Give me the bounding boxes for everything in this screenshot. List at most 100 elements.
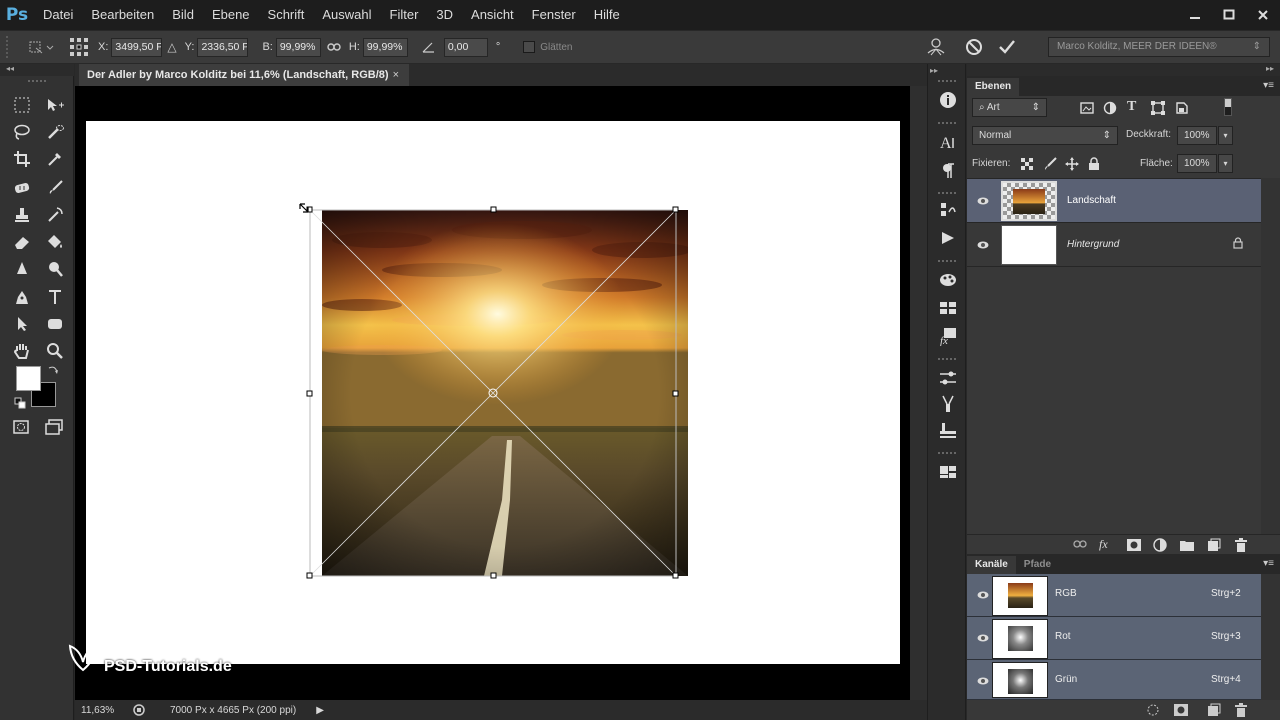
eyedropper-tool-icon[interactable] xyxy=(42,146,68,172)
layer-filter-dropdown[interactable]: ⌕ Art ⇕ xyxy=(972,98,1047,117)
pen-tool-icon[interactable] xyxy=(9,284,35,310)
menu-hilfe[interactable]: Hilfe xyxy=(585,0,629,30)
brush-presets-icon[interactable] xyxy=(935,392,961,416)
width-field[interactable]: 99,99% xyxy=(275,37,321,57)
history-panel-icon[interactable] xyxy=(935,198,961,222)
lock-pixels-icon[interactable] xyxy=(1043,157,1057,174)
collapse-toolbar-icon[interactable]: ◂◂ xyxy=(0,64,74,76)
document-tab[interactable]: Der Adler by Marco Kolditz bei 11,6% (La… xyxy=(79,64,409,86)
zoom-tool-icon[interactable] xyxy=(42,338,68,364)
channel-row-rot[interactable]: Rot Strg+3 xyxy=(967,617,1261,660)
menu-filter[interactable]: Filter xyxy=(381,0,428,30)
panel-menu-icon[interactable]: ▾≡ xyxy=(1263,80,1274,91)
layers-scrollbar[interactable] xyxy=(1261,178,1280,534)
maximize-icon[interactable] xyxy=(1212,0,1246,30)
default-colors-icon[interactable] xyxy=(14,397,26,409)
delete-channel-icon[interactable] xyxy=(1235,703,1247,720)
channel-row-gruen[interactable]: Grün Strg+4 xyxy=(967,660,1261,700)
tab-pfade[interactable]: Pfade xyxy=(1016,556,1059,574)
tab-kanaele[interactable]: Kanäle xyxy=(967,556,1016,574)
cancel-transform-icon[interactable] xyxy=(964,37,984,57)
x-field[interactable]: 3499,50 P. xyxy=(111,37,163,57)
lock-all-icon[interactable] xyxy=(1088,157,1100,174)
link-icon[interactable] xyxy=(327,42,341,52)
menu-3d[interactable]: 3D xyxy=(427,0,462,30)
minimize-icon[interactable] xyxy=(1178,0,1212,30)
history-brush-tool-icon[interactable] xyxy=(42,202,68,228)
visibility-eye-icon[interactable] xyxy=(977,632,989,644)
opacity-dropdown-icon[interactable]: ▾ xyxy=(1218,126,1233,145)
paint-bucket-tool-icon[interactable] xyxy=(42,229,68,255)
filter-toggle[interactable] xyxy=(1224,98,1232,116)
info-icon[interactable] xyxy=(935,88,961,112)
marquee-tool-icon[interactable] xyxy=(9,92,35,118)
layer-name[interactable]: Hintergrund xyxy=(1067,239,1119,250)
canvas-area[interactable]: PSD-Tutorials.de xyxy=(68,86,910,700)
load-selection-icon[interactable] xyxy=(1147,704,1159,719)
blur-tool-icon[interactable] xyxy=(9,256,35,282)
document-canvas[interactable] xyxy=(86,121,900,664)
opacity-field[interactable]: 100% xyxy=(1177,126,1217,145)
paragraph-panel-icon[interactable] xyxy=(935,159,961,183)
layer-name[interactable]: Landschaft xyxy=(1067,195,1116,206)
quick-mask-icon[interactable] xyxy=(8,414,34,440)
status-info-icon[interactable] xyxy=(132,703,148,717)
save-selection-icon[interactable] xyxy=(1174,704,1188,719)
vertical-scrollbar[interactable] xyxy=(910,86,927,700)
brush-tool-icon[interactable] xyxy=(42,175,68,201)
angle-field[interactable]: 0,00 xyxy=(443,37,488,57)
zoom-level[interactable]: 11,63% xyxy=(81,705,126,716)
transform-bounding-box[interactable] xyxy=(86,121,900,664)
commit-transform-icon[interactable] xyxy=(996,37,1018,57)
shape-tool-icon[interactable] xyxy=(42,311,68,337)
collapse-dock-icon[interactable]: ▸▸ xyxy=(1266,64,1274,73)
adjustments-panel-icon[interactable] xyxy=(935,366,961,390)
path-selection-tool-icon[interactable] xyxy=(9,311,35,337)
lock-transparency-icon[interactable] xyxy=(1021,158,1033,173)
quick-selection-tool-icon[interactable] xyxy=(42,119,68,145)
new-adjustment-layer-icon[interactable] xyxy=(1153,538,1167,555)
filter-pixel-icon[interactable] xyxy=(1080,101,1094,118)
menu-bearbeiten[interactable]: Bearbeiten xyxy=(82,0,163,30)
dodge-tool-icon[interactable] xyxy=(42,256,68,282)
reference-point-icon[interactable] xyxy=(68,36,90,58)
tab-ebenen[interactable]: Ebenen xyxy=(967,78,1020,96)
eraser-tool-icon[interactable] xyxy=(9,229,35,255)
move-tool-icon[interactable] xyxy=(42,92,68,118)
visibility-eye-icon[interactable] xyxy=(977,195,989,207)
fill-dropdown-icon[interactable]: ▾ xyxy=(1218,154,1233,173)
lock-position-icon[interactable] xyxy=(1065,157,1079,174)
actions-panel-icon[interactable] xyxy=(935,226,961,250)
visibility-eye-icon[interactable] xyxy=(977,675,989,687)
swap-colors-icon[interactable] xyxy=(47,364,59,376)
visibility-eye-icon[interactable] xyxy=(977,239,989,251)
collapse-icon[interactable]: ▸▸ xyxy=(930,66,938,75)
swatches-panel-icon[interactable] xyxy=(935,296,961,320)
transform-tool-icon[interactable] xyxy=(24,35,58,59)
hand-tool-icon[interactable] xyxy=(9,338,35,364)
channel-row-rgb[interactable]: RGB Strg+2 xyxy=(967,574,1261,617)
close-icon[interactable] xyxy=(1246,0,1280,30)
crop-tool-icon[interactable] xyxy=(9,146,35,172)
healing-brush-tool-icon[interactable] xyxy=(9,175,35,201)
new-group-icon[interactable] xyxy=(1180,539,1194,554)
workspace-dropdown[interactable]: Marco Kolditz, MEER DER IDEEN® ⇕ xyxy=(1048,37,1270,57)
fill-field[interactable]: 100% xyxy=(1177,154,1217,173)
visibility-eye-icon[interactable] xyxy=(977,589,989,601)
layer-row-landschaft[interactable]: Landschaft xyxy=(967,179,1261,223)
lasso-tool-icon[interactable] xyxy=(9,119,35,145)
foreground-color-swatch[interactable] xyxy=(16,366,41,391)
height-field[interactable]: 99,99% xyxy=(362,37,408,57)
clone-stamp-tool-icon[interactable] xyxy=(9,202,35,228)
delta-icon[interactable]: △ xyxy=(167,40,176,54)
menu-auswahl[interactable]: Auswahl xyxy=(313,0,380,30)
color-panel-icon[interactable] xyxy=(935,268,961,292)
3d-panel-icon[interactable] xyxy=(935,460,961,484)
smooth-checkbox[interactable] xyxy=(523,41,536,53)
y-field[interactable]: 2336,50 P. xyxy=(197,37,249,57)
screen-mode-icon[interactable] xyxy=(41,414,67,440)
new-channel-icon[interactable] xyxy=(1207,703,1221,720)
layer-style-icon[interactable]: fx xyxy=(1099,537,1108,552)
type-tool-icon[interactable] xyxy=(42,284,68,310)
clone-source-icon[interactable] xyxy=(935,418,961,442)
